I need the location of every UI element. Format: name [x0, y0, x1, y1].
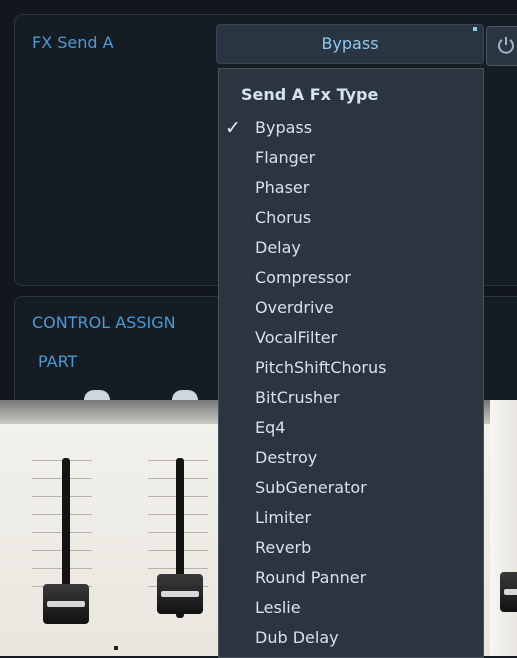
part-knob[interactable]: [172, 390, 198, 400]
menu-item-dub-delay[interactable]: Dub Delay: [219, 624, 485, 654]
fader-handle[interactable]: [500, 572, 517, 612]
menu-item-round-panner[interactable]: Round Panner: [219, 564, 485, 594]
fx-type-select[interactable]: Bypass: [216, 24, 484, 64]
menu-item-subgenerator[interactable]: SubGenerator: [219, 474, 485, 504]
dropdown-header: Send A Fx Type: [241, 85, 379, 104]
menu-item-bitcrusher[interactable]: BitCrusher: [219, 384, 485, 414]
power-button[interactable]: [486, 26, 517, 66]
menu-item-compressor[interactable]: Compressor: [219, 264, 485, 294]
menu-item-flanger[interactable]: Flanger: [219, 144, 485, 174]
fader-handle[interactable]: [157, 574, 203, 614]
check-icon: ✓: [225, 117, 241, 139]
fader-handle[interactable]: [43, 584, 89, 624]
fx-send-title: FX Send A: [32, 33, 114, 52]
menu-item-overdrive[interactable]: Overdrive: [219, 294, 485, 324]
power-icon: [498, 37, 514, 54]
menu-item-bypass[interactable]: ✓ Bypass: [219, 114, 485, 144]
right-mixer-strip: [490, 400, 517, 656]
menu-item-destroy[interactable]: Destroy: [219, 444, 485, 474]
menu-item-chorus[interactable]: Chorus: [219, 204, 485, 234]
menu-item-delay[interactable]: Delay: [219, 234, 485, 264]
part-label: PART: [38, 352, 78, 371]
menu-item-phaser[interactable]: Phaser: [219, 174, 485, 204]
part-knob[interactable]: [84, 390, 110, 400]
menu-item-limiter[interactable]: Limiter: [219, 504, 485, 534]
menu-item-leslie[interactable]: Leslie: [219, 594, 485, 624]
dropdown-indicator-icon: [473, 27, 477, 31]
control-assign-title: CONTROL ASSIGN: [32, 313, 176, 332]
menu-item-eq4[interactable]: Eq4: [219, 414, 485, 444]
fx-type-dropdown: Send A Fx Type ✓ Bypass Flanger Phaser Ch…: [218, 68, 484, 658]
menu-item-reverb[interactable]: Reverb: [219, 534, 485, 564]
menu-item-vocalfilter[interactable]: VocalFilter: [219, 324, 485, 354]
channel-marker: [114, 646, 118, 650]
fx-type-selected: Bypass: [321, 34, 379, 53]
menu-item-pitchshiftchorus[interactable]: PitchShiftChorus: [219, 354, 485, 384]
